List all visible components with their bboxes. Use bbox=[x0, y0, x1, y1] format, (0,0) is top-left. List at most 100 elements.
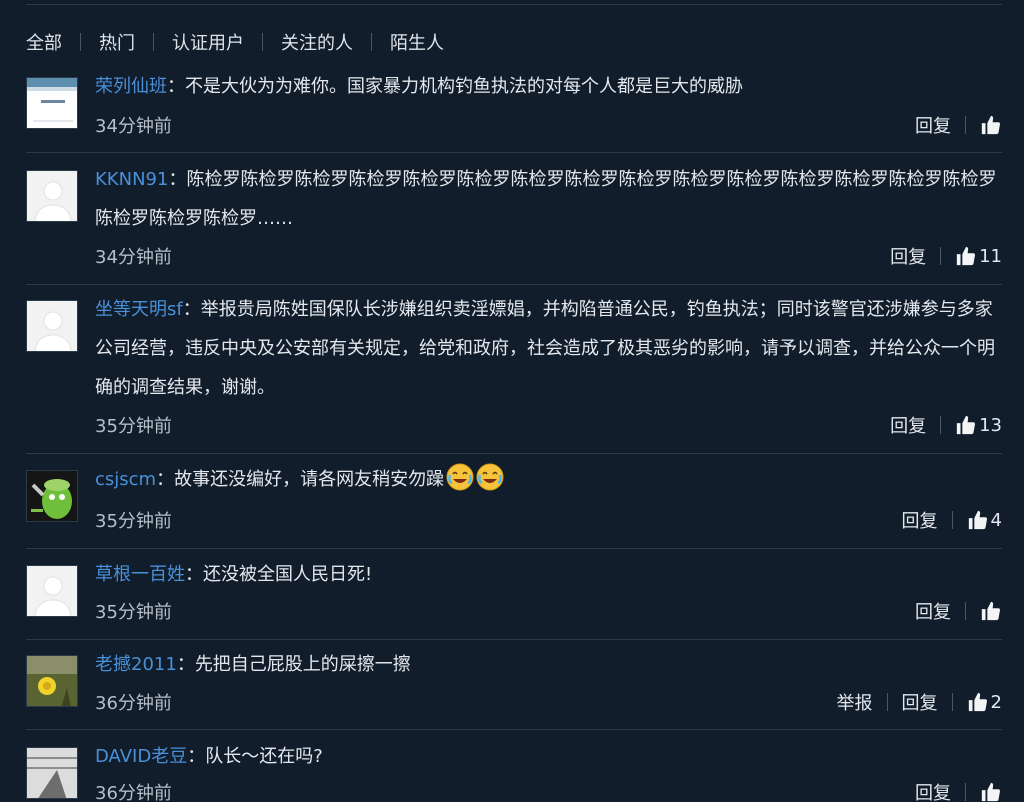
reply-button[interactable]: 回复 bbox=[902, 507, 938, 533]
reply-button[interactable]: 回复 bbox=[890, 243, 926, 269]
tab-separator bbox=[371, 33, 372, 51]
username-link[interactable]: 老撼2011 bbox=[95, 654, 177, 675]
reply-button[interactable]: 回复 bbox=[915, 598, 951, 624]
default-avatar-icon bbox=[27, 566, 77, 616]
comment-item: 草根一百姓：还没被全国人民日死! 35分钟前 回复 bbox=[26, 564, 1002, 629]
tab-all[interactable]: 全部 bbox=[26, 29, 62, 55]
like-button[interactable]: 2 bbox=[967, 691, 1002, 713]
avatar[interactable] bbox=[26, 747, 78, 799]
comment-actions: 回复 13 bbox=[890, 412, 1002, 438]
comment-text: 举报贵局陈姓国保队长涉嫌组织卖淫嫖娼，并构陷普通公民，钓鱼执法；同时该警官还涉嫌… bbox=[95, 299, 995, 398]
action-separator bbox=[965, 783, 966, 801]
like-button[interactable] bbox=[980, 781, 1002, 802]
thumbs-up-icon bbox=[968, 510, 987, 530]
colon: ： bbox=[182, 299, 201, 320]
timestamp: 35分钟前 bbox=[95, 511, 172, 532]
colon: ： bbox=[185, 564, 203, 585]
timestamp: 35分钟前 bbox=[95, 416, 172, 437]
username-link[interactable]: KKNN91 bbox=[95, 169, 168, 190]
default-avatar-icon bbox=[27, 301, 77, 351]
username-link[interactable]: csjscm bbox=[95, 469, 156, 490]
top-divider bbox=[26, 4, 1002, 5]
like-button[interactable]: 4 bbox=[967, 509, 1002, 531]
thumbs-up-icon bbox=[981, 782, 1001, 802]
comment-item: DAVID老豆：队长～还在吗? 36分钟前 回复 bbox=[26, 746, 1002, 802]
comment-text-block: 坐等天明sf：举报贵局陈姓国保队长涉嫌组织卖淫嫖娼，并构陷普通公民，钓鱼执法；同… bbox=[95, 290, 1002, 407]
avatar-image bbox=[27, 656, 77, 706]
comment-actions: 回复 11 bbox=[890, 243, 1002, 269]
like-button[interactable]: 11 bbox=[955, 245, 1002, 267]
tab-strangers[interactable]: 陌生人 bbox=[390, 29, 444, 55]
comment-text: 先把自己屁股上的屎擦一擦 bbox=[194, 654, 411, 675]
avatar-image bbox=[27, 78, 77, 128]
action-separator bbox=[940, 247, 942, 265]
comment-item: 老撼2011：先把自己屁股上的屎擦一擦 36分钟前 举报 回复 2 bbox=[26, 654, 1002, 719]
colon: ： bbox=[168, 169, 187, 190]
comment-item: KKNN91：陈检罗陈检罗陈检罗陈检罗陈检罗陈检罗陈检罗陈检罗陈检罗陈检罗陈检罗… bbox=[26, 169, 1002, 270]
username-link[interactable]: 草根一百姓 bbox=[95, 564, 185, 585]
comment-text-line: csjscm：故事还没编好，请各网友稍安勿躁 bbox=[95, 460, 1002, 499]
comment-divider bbox=[26, 639, 1002, 640]
timestamp: 35分钟前 bbox=[95, 602, 172, 623]
comment-actions: 回复 bbox=[915, 599, 1002, 623]
avatar[interactable] bbox=[26, 77, 78, 129]
avatar[interactable] bbox=[26, 170, 78, 222]
report-button[interactable]: 举报 bbox=[837, 689, 873, 715]
like-button[interactable] bbox=[980, 114, 1002, 136]
comment-actions: 举报 回复 2 bbox=[837, 689, 1002, 715]
colon: ： bbox=[156, 469, 175, 490]
tab-separator bbox=[153, 33, 154, 51]
like-button[interactable] bbox=[980, 600, 1002, 622]
reply-button[interactable]: 回复 bbox=[915, 779, 951, 802]
like-button[interactable]: 13 bbox=[955, 414, 1002, 436]
timestamp: 36分钟前 bbox=[95, 693, 172, 714]
comment-text: 还没被全国人民日死! bbox=[203, 564, 373, 585]
action-separator bbox=[886, 693, 888, 711]
comment-text: 故事还没编好，请各网友稍安勿躁 bbox=[174, 469, 445, 490]
like-count: 11 bbox=[979, 245, 1002, 267]
avatar[interactable] bbox=[26, 655, 78, 707]
reply-button[interactable]: 回复 bbox=[902, 689, 938, 715]
like-count: 13 bbox=[979, 414, 1002, 436]
thumbs-up-icon bbox=[981, 115, 1001, 135]
reply-button[interactable]: 回复 bbox=[890, 412, 926, 438]
action-separator bbox=[951, 511, 953, 529]
username-link[interactable]: DAVID老豆 bbox=[95, 746, 187, 767]
comment-text-line: DAVID老豆：队长～还在吗? bbox=[95, 737, 1002, 776]
comment-text-line: 荣列仙班：不是大伙为为难你。国家暴力机构钓鱼执法的对每个人都是巨大的威胁 bbox=[95, 67, 1002, 106]
avatar-image bbox=[27, 748, 77, 798]
colon: ： bbox=[167, 76, 185, 97]
comment-text: 队长～还在吗? bbox=[205, 746, 323, 767]
tab-separator bbox=[80, 33, 81, 51]
comment-item: csjscm：故事还没编好，请各网友稍安勿躁 35分钟前 回复 4 bbox=[26, 463, 1002, 534]
tab-verified-users[interactable]: 认证用户 bbox=[172, 29, 244, 55]
comment-actions: 回复 bbox=[915, 780, 1002, 802]
avatar[interactable] bbox=[26, 300, 78, 352]
avatar[interactable] bbox=[26, 470, 78, 522]
comment-text-block: KKNN91：陈检罗陈检罗陈检罗陈检罗陈检罗陈检罗陈检罗陈检罗陈检罗陈检罗陈检罗… bbox=[95, 160, 1002, 238]
thumbs-up-icon bbox=[956, 246, 976, 266]
comment-divider bbox=[26, 152, 1002, 153]
comment-text-line: 草根一百姓：还没被全国人民日死! bbox=[95, 555, 1002, 594]
action-separator bbox=[940, 416, 942, 434]
action-separator bbox=[951, 693, 953, 711]
tab-hot[interactable]: 热门 bbox=[99, 29, 135, 55]
colon: ： bbox=[176, 654, 195, 675]
username-link[interactable]: 坐等天明sf bbox=[95, 299, 183, 320]
comment-actions: 回复 bbox=[915, 113, 1002, 137]
comment-divider bbox=[26, 284, 1002, 285]
comment-divider bbox=[26, 548, 1002, 549]
avatar[interactable] bbox=[26, 565, 78, 617]
timestamp: 36分钟前 bbox=[95, 783, 172, 802]
like-count: 2 bbox=[990, 691, 1002, 713]
thumbs-up-icon bbox=[968, 692, 987, 712]
tab-following[interactable]: 关注的人 bbox=[281, 29, 353, 55]
comment-divider bbox=[26, 453, 1002, 454]
laugh-cry-emoji-icon bbox=[476, 463, 504, 491]
action-separator bbox=[965, 116, 966, 134]
username-link[interactable]: 荣列仙班 bbox=[95, 76, 167, 97]
comment-actions: 回复 4 bbox=[902, 507, 1002, 533]
reply-button[interactable]: 回复 bbox=[915, 112, 951, 138]
thumbs-up-icon bbox=[956, 415, 976, 435]
comment-divider bbox=[26, 729, 1002, 730]
